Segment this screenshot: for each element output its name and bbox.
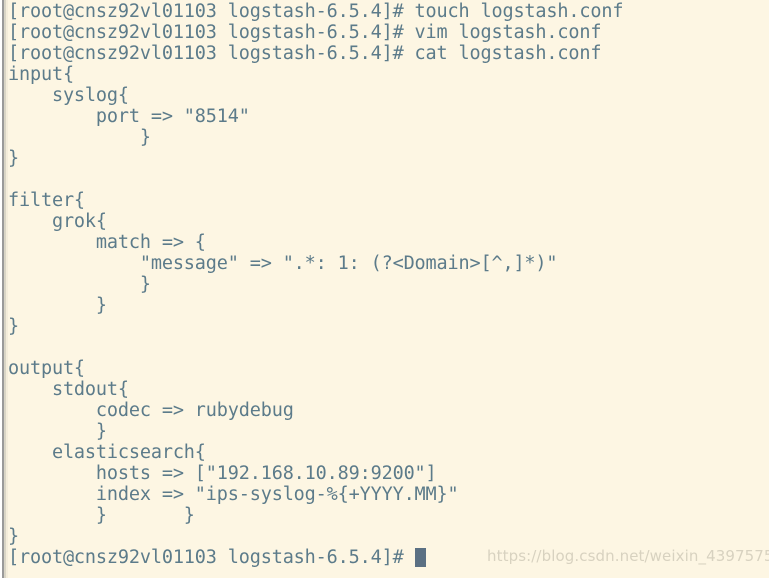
terminal-line: }	[8, 274, 151, 295]
terminal-line: codec => rubydebug	[8, 400, 294, 421]
terminal-line: }	[8, 526, 19, 547]
terminal-line: output{	[8, 358, 85, 379]
terminal-line: [root@cnsz92vl01103 logstash-6.5.4]# cat…	[8, 43, 602, 64]
terminal-line: index => "ips-syslog-%{+YYYY.MM}"	[8, 484, 459, 505]
text-cursor	[414, 548, 426, 567]
terminal-line: }	[8, 316, 19, 337]
border-edge-pale	[6, 0, 8, 578]
window-left-border	[0, 0, 8, 578]
terminal-line: }	[8, 421, 107, 442]
terminal-line: match => {	[8, 232, 206, 253]
terminal-line: hosts => ["192.168.10.89:9200"]	[8, 463, 437, 484]
terminal-line: }	[8, 295, 107, 316]
terminal-line: }	[8, 127, 151, 148]
terminal-line: syslog{	[8, 85, 129, 106]
terminal-line: "message" => ".*: 1: (?<Domain>[^,]*)"	[8, 253, 558, 274]
terminal-line: [root@cnsz92vl01103 logstash-6.5.4]# vim…	[8, 22, 602, 43]
terminal-window: [root@cnsz92vl01103 logstash-6.5.4]# tou…	[0, 0, 769, 578]
console-output: [root@cnsz92vl01103 logstash-6.5.4]# tou…	[8, 1, 623, 568]
terminal-line: elasticsearch{	[8, 442, 206, 463]
terminal-line: }	[8, 148, 19, 169]
terminal-line: stdout{	[8, 379, 129, 400]
terminal-line: port => "8514"	[8, 106, 250, 127]
terminal-screen[interactable]: [root@cnsz92vl01103 logstash-6.5.4]# tou…	[8, 0, 769, 578]
shell-prompt: [root@cnsz92vl01103 logstash-6.5.4]#	[8, 547, 415, 568]
terminal-line: grok{	[8, 211, 107, 232]
terminal-prompt-line: [root@cnsz92vl01103 logstash-6.5.4]#	[8, 547, 623, 568]
terminal-line: } }	[8, 505, 195, 526]
terminal-line: input{	[8, 64, 74, 85]
terminal-line: filter{	[8, 190, 85, 211]
terminal-line: [root@cnsz92vl01103 logstash-6.5.4]# tou…	[8, 1, 624, 22]
